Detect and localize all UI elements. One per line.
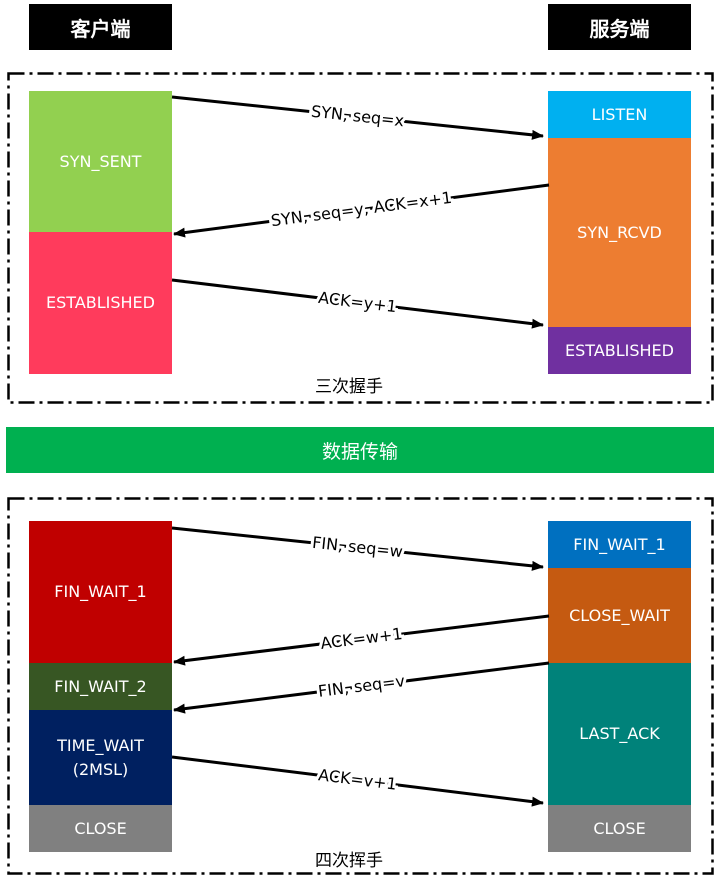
arrow-fin-server-label: FIN, seq=v: [317, 671, 406, 701]
arrow-syn-label: SYN, seq=x: [310, 102, 405, 131]
arrow-ack-label: ACK=y+1: [317, 288, 398, 316]
arrow-ack-client-label: ACK=v+1: [317, 765, 398, 794]
arrow-ack-server-label: ACK=w+1: [319, 624, 403, 653]
arrow-syn-ack-label: SYN, seq=y, ACK=x+1: [270, 188, 453, 230]
message-arrows: SYN, seq=x SYN, seq=y, ACK=x+1 ACK=y+1 FIN,…: [171, 95, 550, 807]
arrow-fin-client-label: FIN, seq=w: [311, 533, 403, 561]
